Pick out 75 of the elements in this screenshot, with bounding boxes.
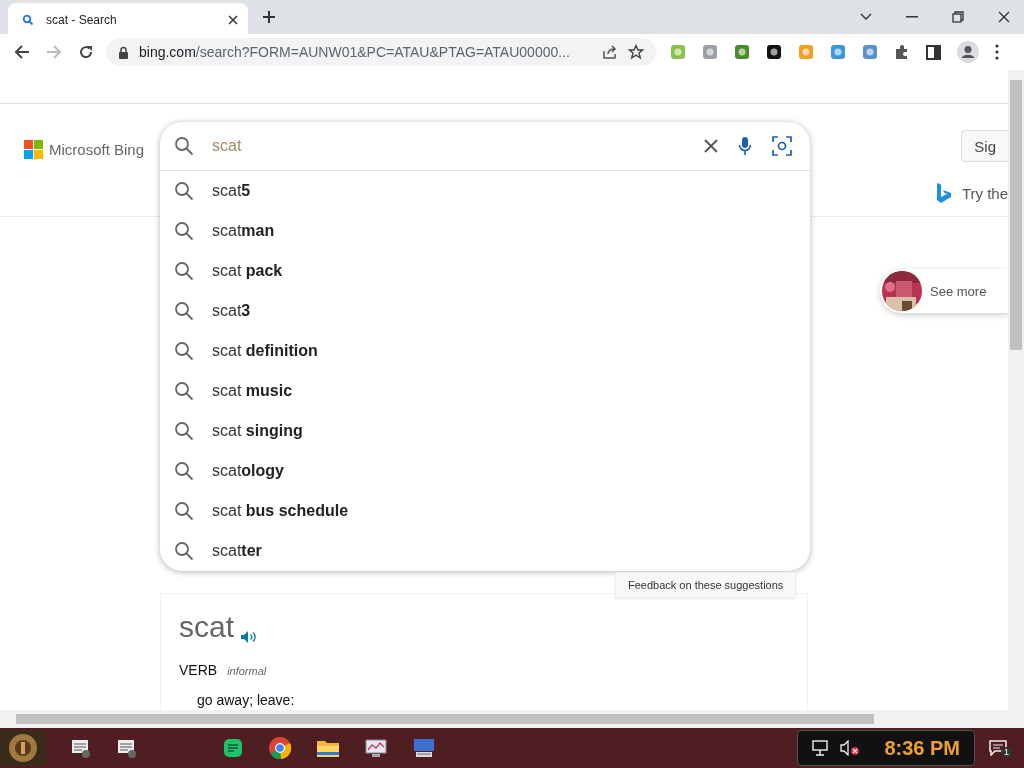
suggestion-item[interactable]: scat bus schedule — [160, 491, 810, 531]
address-bar[interactable]: bing.com/search?FORM=AUNW01&PC=ATAU&PTAG=ATAU00000... — [106, 38, 656, 66]
chrome-icon[interactable] — [268, 736, 292, 760]
suggestion-item[interactable]: scat singing — [160, 411, 810, 451]
sign-in-button[interactable]: Sig — [961, 130, 1008, 162]
speaker-icon[interactable] — [240, 630, 259, 644]
see-more-button[interactable]: See more — [880, 269, 1008, 313]
feedback-button[interactable]: Feedback on these suggestions — [615, 572, 797, 598]
visual-search-icon[interactable] — [772, 136, 792, 156]
suggestion-item[interactable]: scat3 — [160, 291, 810, 331]
search-icon — [174, 341, 194, 361]
suggestion-item[interactable]: scat pack — [160, 251, 810, 291]
star-icon[interactable] — [628, 44, 644, 60]
document-icon[interactable] — [116, 737, 138, 759]
search-icon — [174, 301, 194, 321]
see-more-label: See more — [930, 283, 987, 299]
search-icon — [174, 181, 194, 201]
new-tab-icon[interactable] — [262, 10, 276, 24]
notification-badge: 1 — [1001, 747, 1012, 758]
clear-icon[interactable] — [704, 139, 718, 153]
monitor-icon[interactable] — [364, 737, 388, 759]
close-icon[interactable] — [998, 11, 1010, 23]
chat-icon[interactable] — [222, 737, 244, 759]
logo-text[interactable]: Microsoft Bing — [49, 140, 145, 158]
keyboard-icon[interactable] — [412, 737, 436, 759]
windows-logo-icon — [24, 139, 43, 159]
suggestion-item[interactable]: scatter — [160, 531, 810, 571]
definition-word: scat — [179, 610, 235, 644]
suggestion-item[interactable]: scat definition — [160, 331, 810, 371]
horizontal-scrollbar[interactable] — [0, 710, 1024, 728]
search-icon — [22, 14, 34, 26]
bing-logo-icon — [935, 182, 952, 204]
back-icon[interactable] — [14, 44, 30, 60]
search-icon — [174, 421, 194, 441]
muted-speaker-icon[interactable] — [840, 740, 861, 756]
register-label: informal — [227, 665, 267, 677]
profile-icon[interactable] — [957, 41, 979, 63]
url-text: bing.com/search?FORM=AUNW01&PC=ATAU&PTAG=ATAU00000... — [139, 44, 571, 60]
suggestion-item[interactable]: scat music — [160, 371, 810, 411]
search-icon — [174, 541, 194, 561]
microphone-icon[interactable] — [738, 136, 752, 156]
search-query: scat — [212, 137, 243, 155]
extension-icon[interactable] — [766, 44, 782, 60]
notification-icon — [989, 740, 1007, 756]
document-icon[interactable] — [70, 737, 92, 759]
folder-icon[interactable] — [316, 738, 340, 758]
chevron-icon[interactable] — [860, 13, 872, 21]
puzzle-icon[interactable] — [894, 44, 910, 60]
lock-icon — [118, 45, 129, 59]
suggestion-item[interactable]: scat5 — [160, 171, 810, 211]
vertical-scrollbar[interactable] — [1008, 70, 1024, 710]
start-button-icon[interactable] — [0, 730, 46, 766]
sidebar-icon[interactable] — [926, 44, 941, 60]
reload-icon[interactable] — [78, 44, 94, 60]
suggestion-item[interactable]: scatology — [160, 451, 810, 491]
definition-text: go away; leave: — [197, 692, 296, 708]
search-icon — [174, 221, 194, 241]
search-icon — [174, 501, 194, 521]
tab-title: scat - Search — [46, 13, 118, 27]
search-icon — [174, 136, 194, 156]
search-icon — [174, 261, 194, 281]
part-of-speech: VERB — [179, 662, 218, 678]
notification-button[interactable]: 1 — [989, 738, 1012, 758]
share-icon[interactable] — [602, 44, 618, 60]
search-icon — [174, 381, 194, 401]
promo-text[interactable]: Try the — [961, 184, 1008, 202]
restore-icon[interactable] — [952, 11, 964, 23]
browser-tab[interactable]: scat - Search — [8, 3, 248, 37]
close-icon[interactable] — [228, 15, 238, 25]
network-icon[interactable] — [812, 740, 831, 756]
menu-icon[interactable] — [995, 44, 999, 60]
clock-time[interactable]: 8:36 PM — [884, 736, 960, 760]
minimize-icon[interactable] — [906, 16, 918, 18]
search-icon — [174, 461, 194, 481]
suggestion-item[interactable]: scatman — [160, 211, 810, 251]
